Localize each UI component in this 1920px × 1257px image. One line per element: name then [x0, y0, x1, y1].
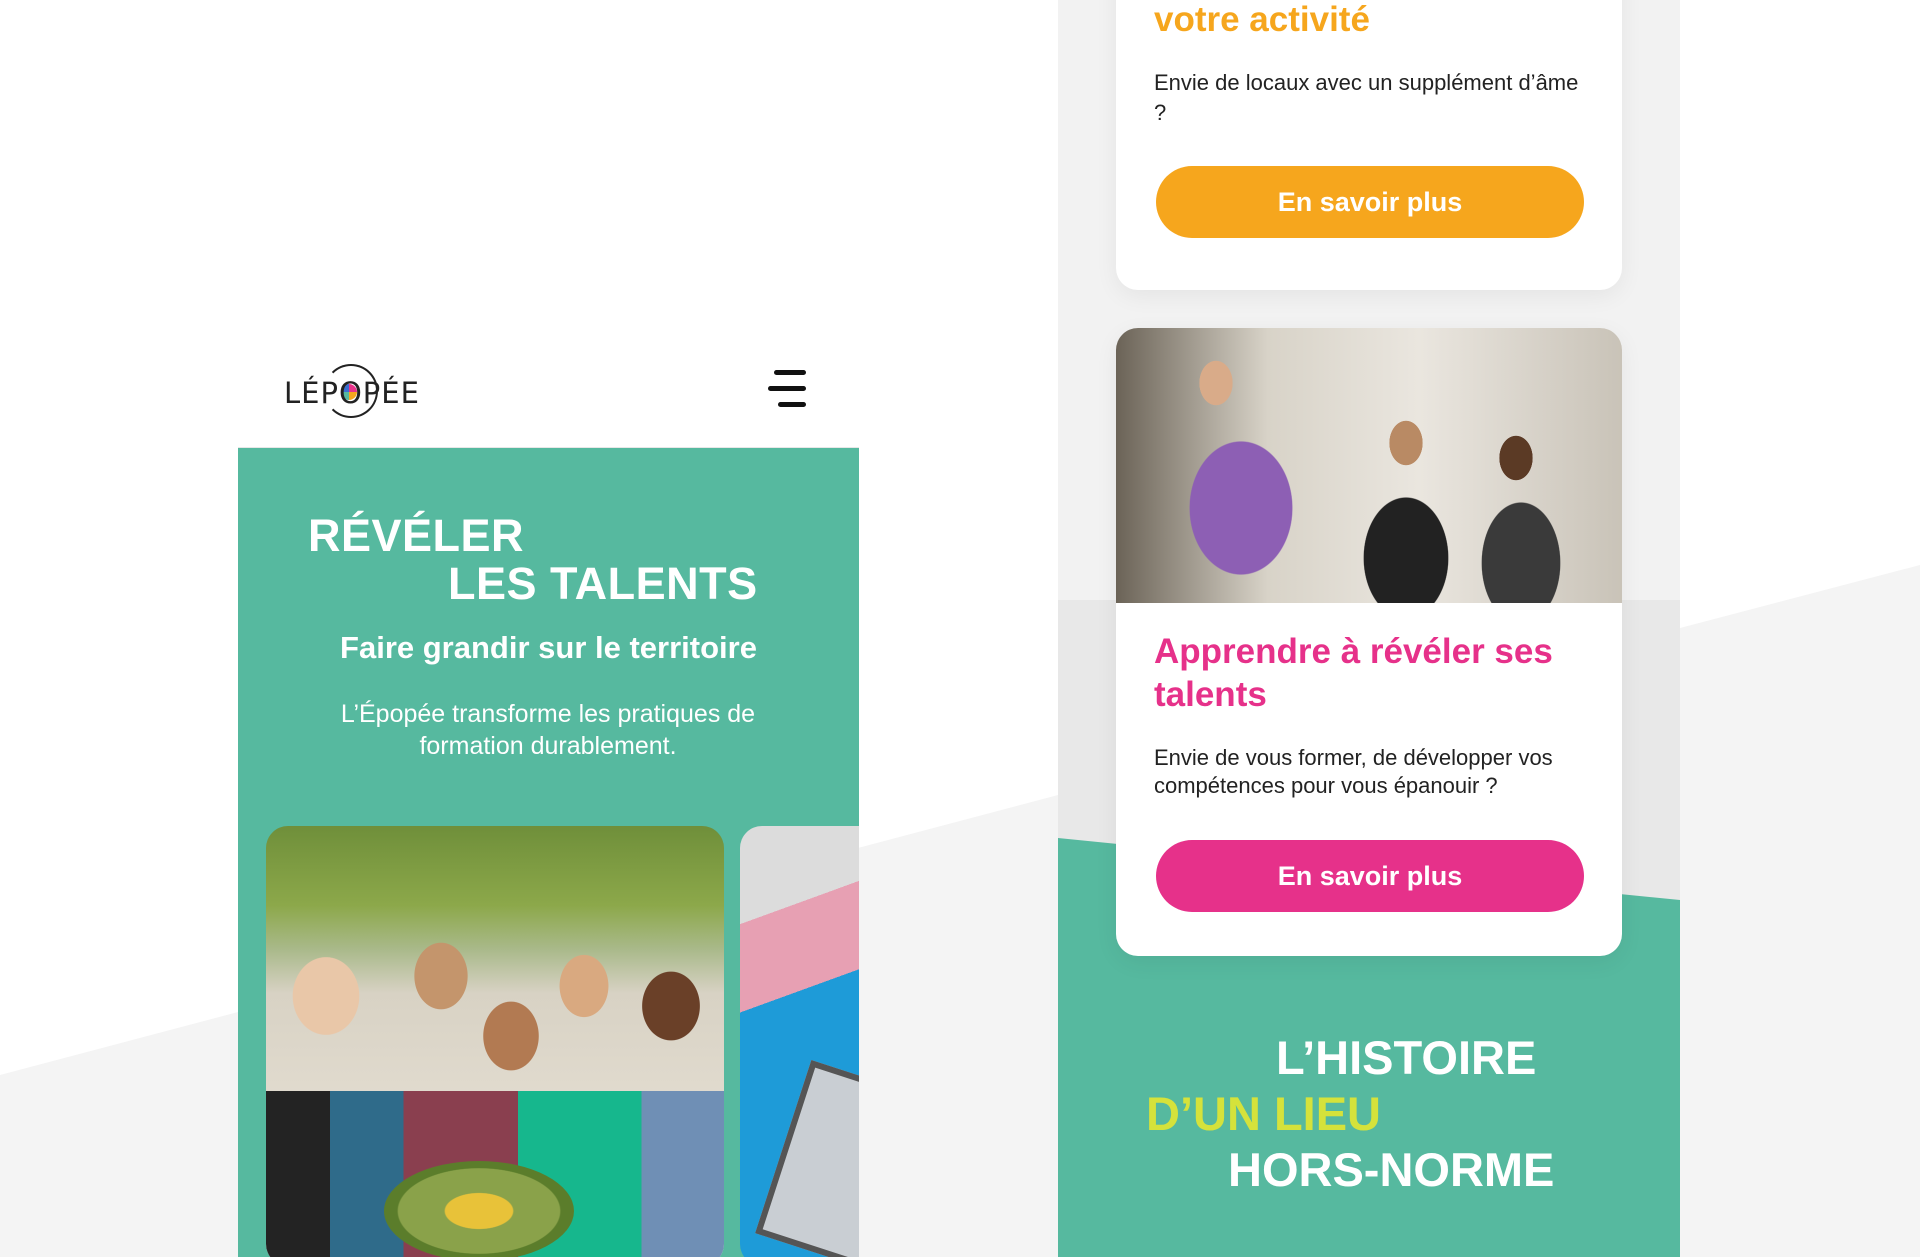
talents-card: Apprendre à révéler ses talents Envie de… — [1116, 328, 1622, 956]
mobile-homepage-screen: LÉPOPÉE RÉVÉLER LES TALENTS Faire grandi… — [238, 328, 859, 1257]
group-of-women-photo[interactable] — [266, 826, 724, 1257]
history-heading-line1: L’HISTOIRE — [1276, 1031, 1537, 1084]
hamburger-menu-icon[interactable] — [764, 368, 808, 412]
mobile-services-screen: votre activité Envie de locaux avec un s… — [1058, 0, 1680, 1257]
history-heading-line3: HORS-NORME — [1228, 1143, 1555, 1196]
hero-description: L’Épopée transforme les pratiques de for… — [340, 700, 756, 760]
training-class-photo — [1116, 328, 1622, 603]
activity-learn-more-button[interactable]: En savoir plus — [1156, 166, 1584, 238]
electronics-repair-photo[interactable] — [740, 826, 859, 1257]
talents-card-text: Envie de vous former, de développer vos … — [1154, 745, 1553, 798]
hero-title-line2: LES TALENTS — [448, 558, 758, 609]
hero-title-line1: RÉVÉLER — [308, 510, 525, 561]
hero-subtitle: Faire grandir sur le territoire — [340, 630, 757, 665]
activity-card: votre activité Envie de locaux avec un s… — [1116, 0, 1622, 290]
talents-learn-more-button[interactable]: En savoir plus — [1156, 840, 1584, 912]
logo[interactable]: LÉPOPÉE — [284, 362, 419, 420]
activity-card-title: votre activité — [1154, 0, 1370, 39]
activity-card-text: Envie de locaux avec un supplément d’âme… — [1154, 70, 1579, 125]
hero-title: RÉVÉLER LES TALENTS — [308, 512, 768, 608]
site-header: LÉPOPÉE — [238, 328, 859, 448]
talents-card-title: Apprendre à révéler ses talents — [1154, 632, 1553, 714]
logo-text: LÉPOPÉE — [284, 376, 420, 410]
history-heading-line2: D’UN LIEU — [1146, 1087, 1381, 1140]
